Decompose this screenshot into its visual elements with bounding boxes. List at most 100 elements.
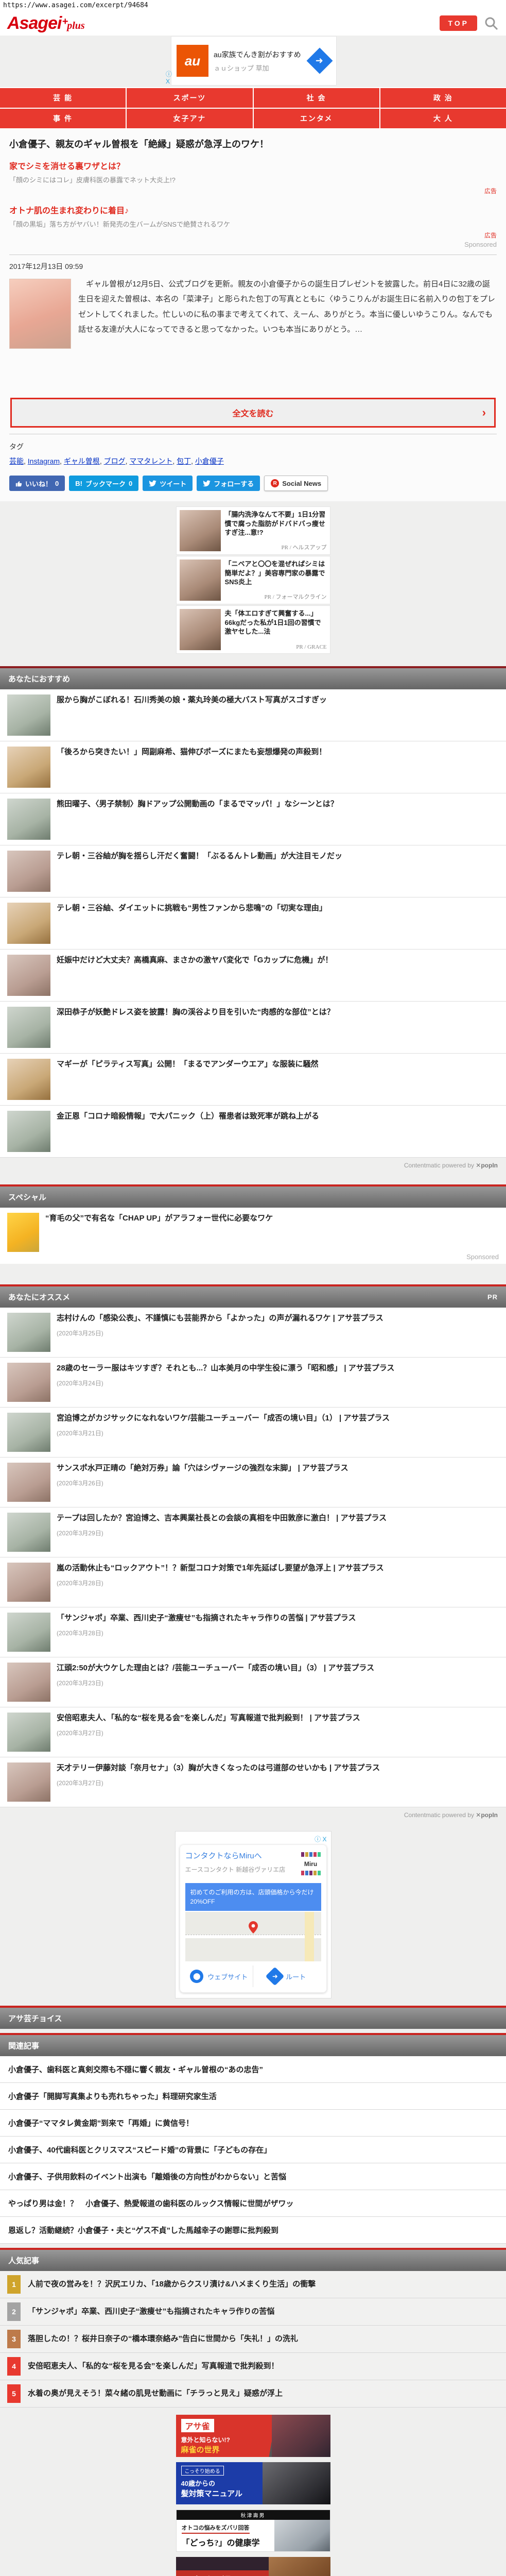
pr-source: PR / GRACE <box>296 644 327 651</box>
like-button[interactable]: いいね！ 0 <box>9 476 65 492</box>
popin-credit: Contentmatic powered by ✕popIn <box>404 1811 498 1819</box>
tweet-button[interactable]: ツイート <box>143 476 193 492</box>
list-item[interactable]: 深田恭子が妖艶ドレス姿を披露！胸の渓谷より目を引いた“肉感的な部位”とは？ <box>0 1002 506 1054</box>
ranked-item[interactable]: 5 水着の奥が見えそう！菜々緒の肌見せ動画に「チラっと見え」疑惑が浮上 <box>0 2380 506 2408</box>
nav-item[interactable]: 女子アナ <box>127 109 253 128</box>
thumbnail-image <box>7 1413 50 1452</box>
list-item[interactable]: 「後ろから突きたい！」岡副麻希、猫伸びポーズにまたも妄想爆発の声殺到！ <box>0 741 506 794</box>
list-item[interactable]: 金正恩「コロナ暗殺情報」で大パニック（上）罹患者は致死率が跳ね上がる <box>0 1106 506 1158</box>
list-item[interactable]: テープは回したか？宮迫博之、吉本興業社長との会談の真相を中田敦彦に激白！ | ア… <box>0 1507 506 1558</box>
recommend-list: 服から胸がこぼれる！石川秀美の娘・薬丸玲美の極大バスト写真がスゴすぎッ 「後ろか… <box>0 689 506 1158</box>
ad-offer-banner: 初めてのご利用の方は、店頭価格から今だけ20%OFF <box>185 1883 321 1911</box>
text-ad-1: 家でシミを消せる裏ワザとは？ 「顔のシミにはコレ」皮膚科医の暴露でネット大炎上!… <box>9 159 497 195</box>
miru-ad-card[interactable]: ⓘ X コンタクトならMiruへ エースコンタクト 新越谷ヴァリエ店 Miru … <box>175 1831 331 1999</box>
ranked-item[interactable]: 2 「サンジャポ」卒業、西川史子“激痩せ”も指摘されたキャラ作りの苦悩 <box>0 2298 506 2326</box>
logo-text: Asagei <box>7 13 62 33</box>
tag-link[interactable]: ギャル曽根 <box>64 457 100 465</box>
text-ad-headline[interactable]: 家でシミを消せる裏ワザとは？ <box>9 159 497 172</box>
pr-thumbnail <box>179 560 221 601</box>
ranked-item[interactable]: 3 落胆したの！？桜井日奈子の“橋本環奈絡み”告白に世間から「失礼！」の洗礼 <box>0 2326 506 2353</box>
article-date: 2017年12月13日 09:59 <box>9 262 83 271</box>
asagei-logo[interactable]: Asagei + plus <box>7 13 85 33</box>
banner-health[interactable]: 秋津壽男 オトコの悩みをズバリ回答 「どっち?」の健康学 <box>176 2510 330 2552</box>
tag-link[interactable]: 小倉優子 <box>195 457 224 465</box>
section-header-recommend: あなたにおすすめ <box>0 666 506 690</box>
item-date: (2020年3月27日) <box>57 1729 103 1737</box>
list-item[interactable]: 28歳のセーラー服はキツすぎ？それとも...？山本美月の中学生役に漂う「昭和感」… <box>0 1358 506 1408</box>
banner-hair-manual[interactable]: こっそり始める 40歳からの 髪対策マニュアル <box>176 2462 330 2505</box>
nav-item[interactable]: 政 治 <box>380 88 506 108</box>
list-item[interactable]: サンスポ水戸正晴の「絶対万券」論「穴はシヴァージの強烈な末脚」 | アサ芸プラス… <box>0 1458 506 1508</box>
list-item[interactable]: テレ朝・三谷紬、ダイエットに挑戦も“男性ファンから悲鳴”の「切実な理由」 <box>0 897 506 950</box>
ad-close-icon[interactable]: X <box>166 78 172 85</box>
text-ad-headline[interactable]: オトナ肌の生まれ変わりに着目♪ <box>9 204 497 216</box>
list-item[interactable]: 安倍昭恵夫人、「私的な“桜を見る会”を楽しんだ」写真報道で批判殺到！ | アサ芸… <box>0 1707 506 1758</box>
pr-card[interactable]: 「腸内洗浄なんて不要」1日1分習慣で腐った脂肪がドバドバっ痩せすぎ注...意!?… <box>176 506 330 555</box>
pr-title: 「ニベアと〇〇を混ぜればシミは簡単だよ？」美容専門家の暴露でSNS炎上 <box>224 560 325 586</box>
twitter-bird-icon <box>149 480 157 486</box>
list-item[interactable]: テレ朝・三谷紬が胸を揺らし汗だく奮闘！「ぶるるんトレ動画」が大注目モノだッ <box>0 845 506 898</box>
related-item[interactable]: 小倉優子、歯科医と真剣交際も不穏に響く親友・ギャル曽根の“あの忠告” <box>0 2056 506 2083</box>
tag-link[interactable]: Instagram <box>28 457 60 465</box>
ad-info-icon[interactable]: ⓘ <box>166 71 172 78</box>
thumbnail-image <box>7 799 50 840</box>
ad-close-icon[interactable]: X <box>322 1836 326 1843</box>
ad-subtitle: エースコンタクト 新越谷ヴァリエ店 <box>185 1866 286 1874</box>
route-button[interactable]: ➜ ルート <box>253 1965 321 1988</box>
list-item[interactable]: 服から胸がこぼれる！石川秀美の娘・薬丸玲美の極大バスト写真がスゴすぎッ <box>0 689 506 742</box>
list-item[interactable]: 熊田曜子、〈男子禁制〉胸ドアップ公開動画の「まるでマッパ！」なシーンとは？ <box>0 793 506 846</box>
related-item[interactable]: やっぱり男は金！？ 小倉優子、熱愛報道の歯科医のルックス情報に世間がザワッ <box>0 2190 506 2217</box>
tag-link[interactable]: 芸能 <box>9 457 24 465</box>
banner-photo <box>274 2520 330 2552</box>
social-news-button[interactable]: R Social News <box>264 476 328 492</box>
tag-link[interactable]: ママタレント <box>129 457 172 465</box>
ranked-item[interactable]: 1 人前で夜の営みを！？沢尻エリカ、「18歳からクスリ漬け&ハメまくり生活」の衝… <box>0 2271 506 2299</box>
related-item[interactable]: 小倉優子「開脚写真集よりも売れちゃった」料理研究家生活 <box>0 2083 506 2110</box>
nav-item[interactable]: 大 人 <box>380 109 506 128</box>
nav-item[interactable]: スポーツ <box>127 88 253 108</box>
ad-title[interactable]: コンタクトならMiruへ <box>185 1850 286 1861</box>
au-ad-card[interactable]: au au家族でんき割がおすすめ ａｕショップ 草加 ➜ <box>171 37 336 85</box>
ad-headline: au家族でんき割がおすすめ <box>214 50 301 59</box>
list-item[interactable]: 天才テリー伊藤対談「奈月セナ」（3）胸が大きくなったのは弓道部のせいかも | ア… <box>0 1757 506 1808</box>
url-text: https://www.asagei.com/excerpt/94684 <box>0 0 506 11</box>
ad-arrow-icon[interactable]: ➜ <box>306 47 333 74</box>
nav-item[interactable]: 社 会 <box>253 88 379 108</box>
special-item[interactable]: “育毛の父”で有名な「CHAP UP」がアラフォー世代に必要なワケ Sponso… <box>0 1208 506 1264</box>
website-button[interactable]: ⬤ ウェブサイト <box>185 1965 253 1987</box>
item-date: (2020年3月25日) <box>57 1329 103 1337</box>
follow-button[interactable]: フォローする <box>197 476 260 492</box>
nav-item[interactable]: 芸 能 <box>0 88 126 108</box>
banner-asajan[interactable]: アサ雀 意外と知らない!? 麻雀の世界 <box>176 2415 330 2458</box>
nav-item[interactable]: エンタメ <box>253 109 379 128</box>
top-button[interactable]: TOP <box>440 15 477 31</box>
list-item[interactable]: 志村けんの「感染公表」、不謹慎にも芸能界から「よかった」の声が漏れるワケ | ア… <box>0 1308 506 1358</box>
related-item[interactable]: 小倉優子“ママタレ黄金期”到来で「再婚」に黄信号！ <box>0 2110 506 2137</box>
list-item[interactable]: 江頭2:50が大ウケした理由とは？/芸能ユーチューバー「成否の境い目」（3） |… <box>0 1657 506 1708</box>
ad-info-icon[interactable]: ⓘ <box>315 1836 321 1843</box>
related-item[interactable]: 小倉優子、40代歯科医とクリスマス“スピード婚”の背景に「子どもの存在」 <box>0 2137 506 2164</box>
related-item[interactable]: 小倉優子、子供用飲料のイベント出演も「離婚後の方向性がわからない」と苦悩 <box>0 2163 506 2191</box>
read-more-button[interactable]: 全文を読む › <box>10 398 496 428</box>
banner-ippai-sakaba[interactable]: 一杯酒場 <box>176 2557 330 2576</box>
thumbnail-image <box>7 694 50 736</box>
list-item[interactable]: 「サンジャポ」卒業、西川史子“激痩せ”も指摘されたキャラ作りの苦悩 | アサ芸プ… <box>0 1607 506 1658</box>
map-image[interactable] <box>185 1912 321 1962</box>
pr-card[interactable]: 夫「体エロすぎて興奮する...」66kgだった私が1日1回の習慣で激ヤセした..… <box>176 605 330 654</box>
related-item[interactable]: 恩返し？活動継続？小倉優子・夫と“ゲス不貞”した馬越幸子の謝罪に批判殺到 <box>0 2217 506 2244</box>
thumbnail-image <box>7 903 50 944</box>
article-photo <box>9 279 71 349</box>
list-item[interactable]: 妊娠中だけど大丈夫？高橋真麻、まさかの激ヤバ変化で「Gカップに危機」が！ <box>0 950 506 1002</box>
section-header-choice: アサ芸チョイス <box>0 2006 506 2029</box>
nav-item[interactable]: 事 件 <box>0 109 126 128</box>
ranked-item[interactable]: 4 安倍昭恵夫人、「私的な“桜を見る会”を楽しんだ」写真報道で批判殺到！ <box>0 2353 506 2381</box>
search-icon[interactable] <box>483 15 499 31</box>
hatena-bookmark-button[interactable]: B! ブックマーク 0 <box>69 476 139 492</box>
au-logo: au <box>177 45 208 77</box>
list-item[interactable]: 嵐の活動休止も“ロックアウト”！？新型コロナ対策で1年先延ばし要望が急浮上 | … <box>0 1557 506 1608</box>
pr-card[interactable]: 「ニベアと〇〇を混ぜればシミは簡単だよ？」美容専門家の暴露でSNS炎上 PR /… <box>176 556 330 605</box>
tag-link[interactable]: ブログ <box>104 457 126 465</box>
list-item[interactable]: 宮迫博之がカジサックになれないワケ/芸能ユーチューバー「成否の境い目」（1） |… <box>0 1408 506 1458</box>
list-item[interactable]: マギーが「ピラティス写真」公開！「まるでアンダーウエア」な服装に騒然 <box>0 1054 506 1106</box>
tag-link[interactable]: 包丁 <box>177 457 191 465</box>
